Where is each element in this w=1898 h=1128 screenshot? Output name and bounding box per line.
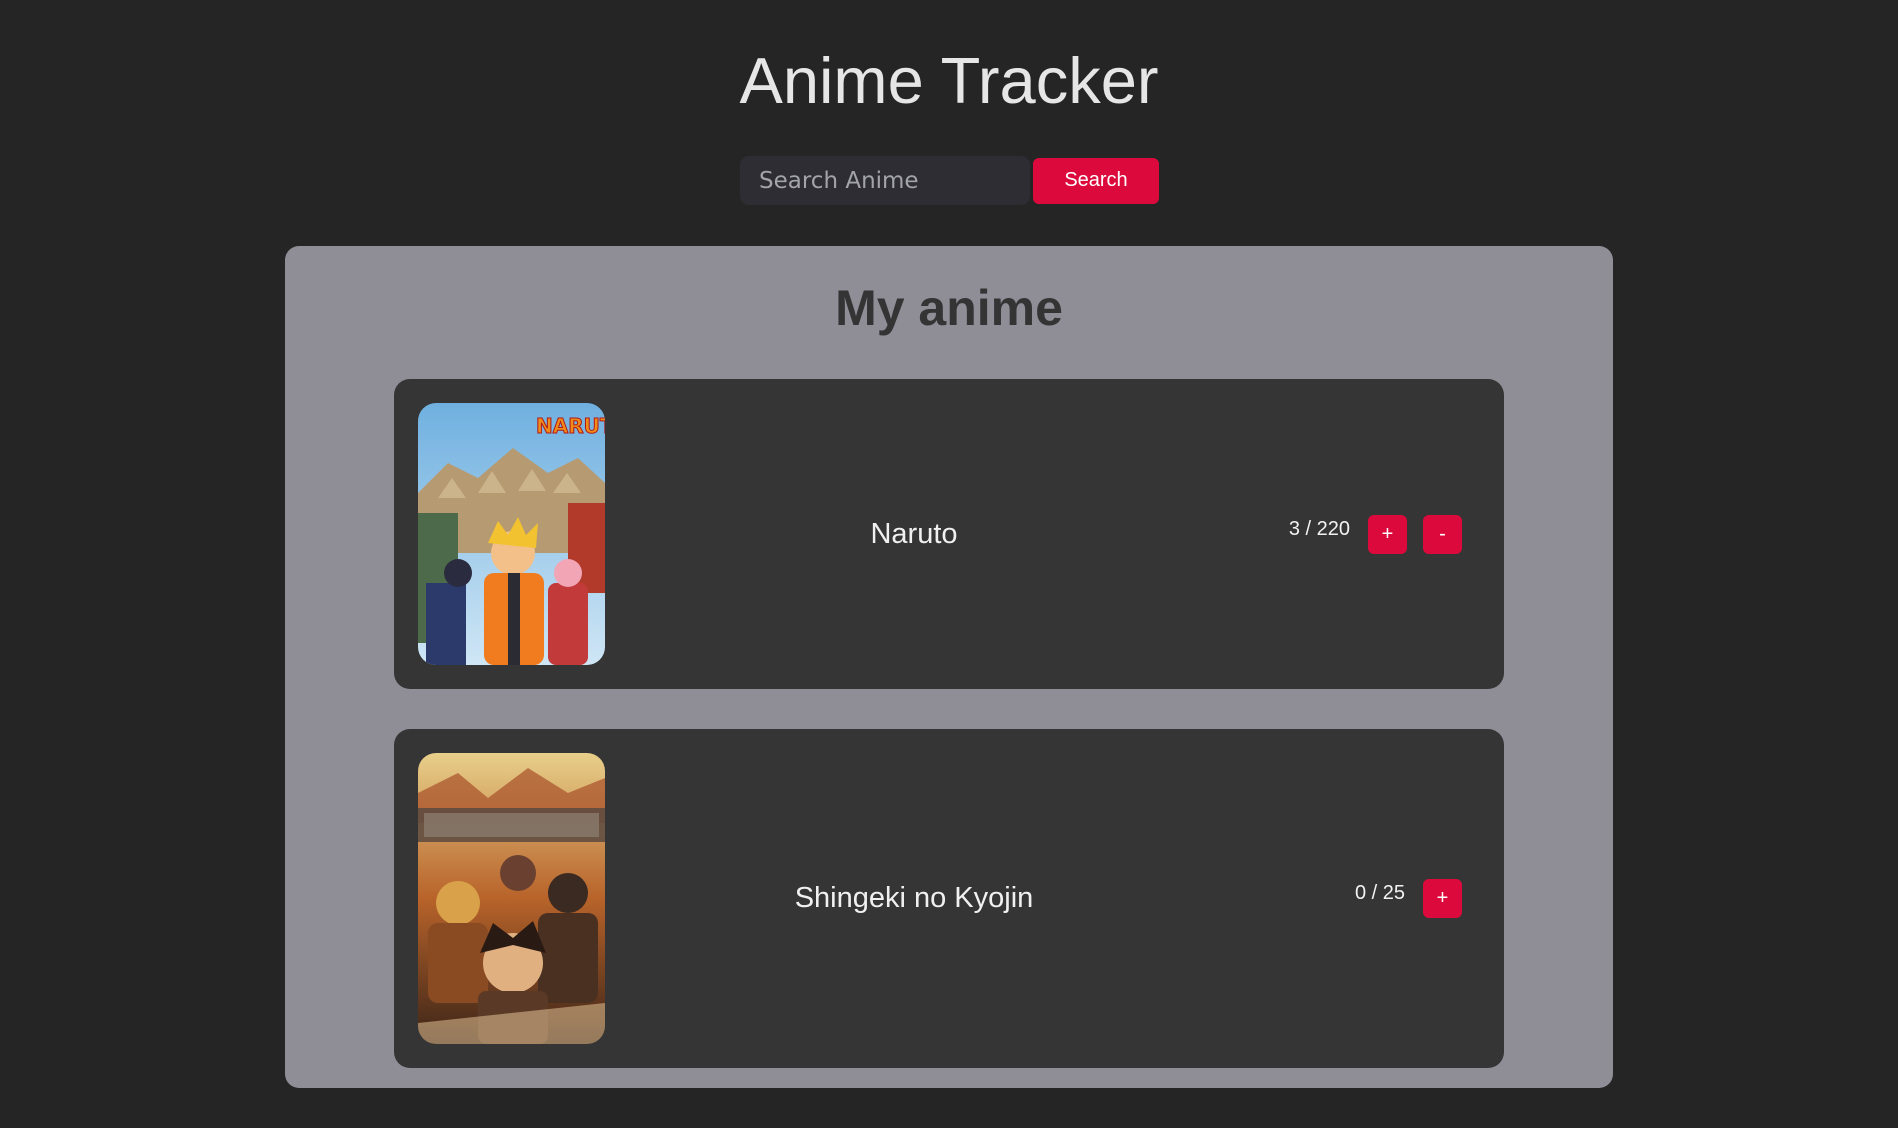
search-input[interactable]: [740, 156, 1030, 205]
episode-progress: 0 / 25 +: [1355, 879, 1462, 918]
anime-title: Shingeki no Kyojin: [794, 882, 1034, 914]
svg-text:NARUTO: NARUTO: [536, 414, 605, 438]
episode-count: 3 / 220: [1288, 518, 1350, 540]
episode-progress: 3 / 220 + -: [1289, 515, 1462, 554]
increment-episode-button[interactable]: +: [1368, 515, 1407, 554]
anime-title: Naruto: [870, 518, 958, 550]
decrement-episode-button[interactable]: -: [1423, 515, 1462, 554]
anime-card: NARUTO Naruto 3 / 220 + -: [394, 379, 1504, 689]
my-anime-title: My anime: [835, 280, 1063, 336]
anime-card: Shingeki no Kyojin 0 / 25 +: [394, 729, 1504, 1068]
increment-episode-button[interactable]: +: [1423, 879, 1462, 918]
page: Anime Tracker Search My anime: [0, 0, 1898, 1128]
search-bar: Search: [740, 156, 1159, 205]
episode-count: 0 / 25: [1354, 882, 1405, 904]
naruto-poster-image: NARUTO: [418, 403, 605, 665]
shingeki-no-kyojin-poster-image: [418, 753, 605, 1044]
app-title: Anime Tracker: [739, 44, 1159, 117]
search-button[interactable]: Search: [1033, 157, 1159, 204]
my-anime-panel: My anime NARU Naruto 3 / 220 + - Shingek…: [285, 246, 1613, 1088]
